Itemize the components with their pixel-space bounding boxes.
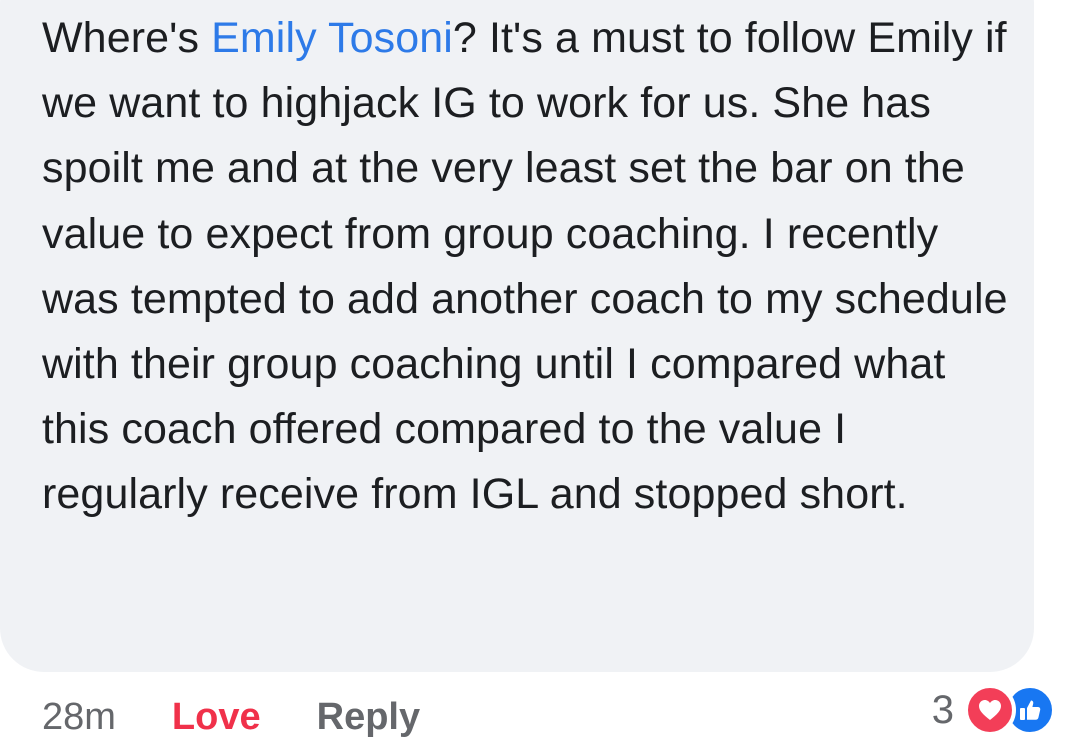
comment-text-before-mention: Where's	[42, 14, 212, 62]
comment-text: Where's Emily Tosoni? It's a must to fol…	[42, 6, 1012, 528]
comment-text-after-mention: ? It's a must to follow Emily if we want…	[42, 14, 1008, 519]
comment-actions: 28m Love Reply	[42, 690, 420, 744]
love-reaction-button[interactable]: Love	[172, 696, 261, 739]
reaction-count: 3	[931, 687, 954, 732]
reply-button[interactable]: Reply	[317, 696, 420, 739]
reactions-summary[interactable]: 3	[932, 682, 1056, 738]
heart-icon	[964, 684, 1016, 736]
comment-view: Where's Emily Tosoni? It's a must to fol…	[0, 0, 1080, 750]
mention-link[interactable]: Emily Tosoni	[211, 14, 453, 62]
comment-timestamp: 28m	[42, 695, 116, 738]
reaction-icons	[964, 684, 1056, 736]
